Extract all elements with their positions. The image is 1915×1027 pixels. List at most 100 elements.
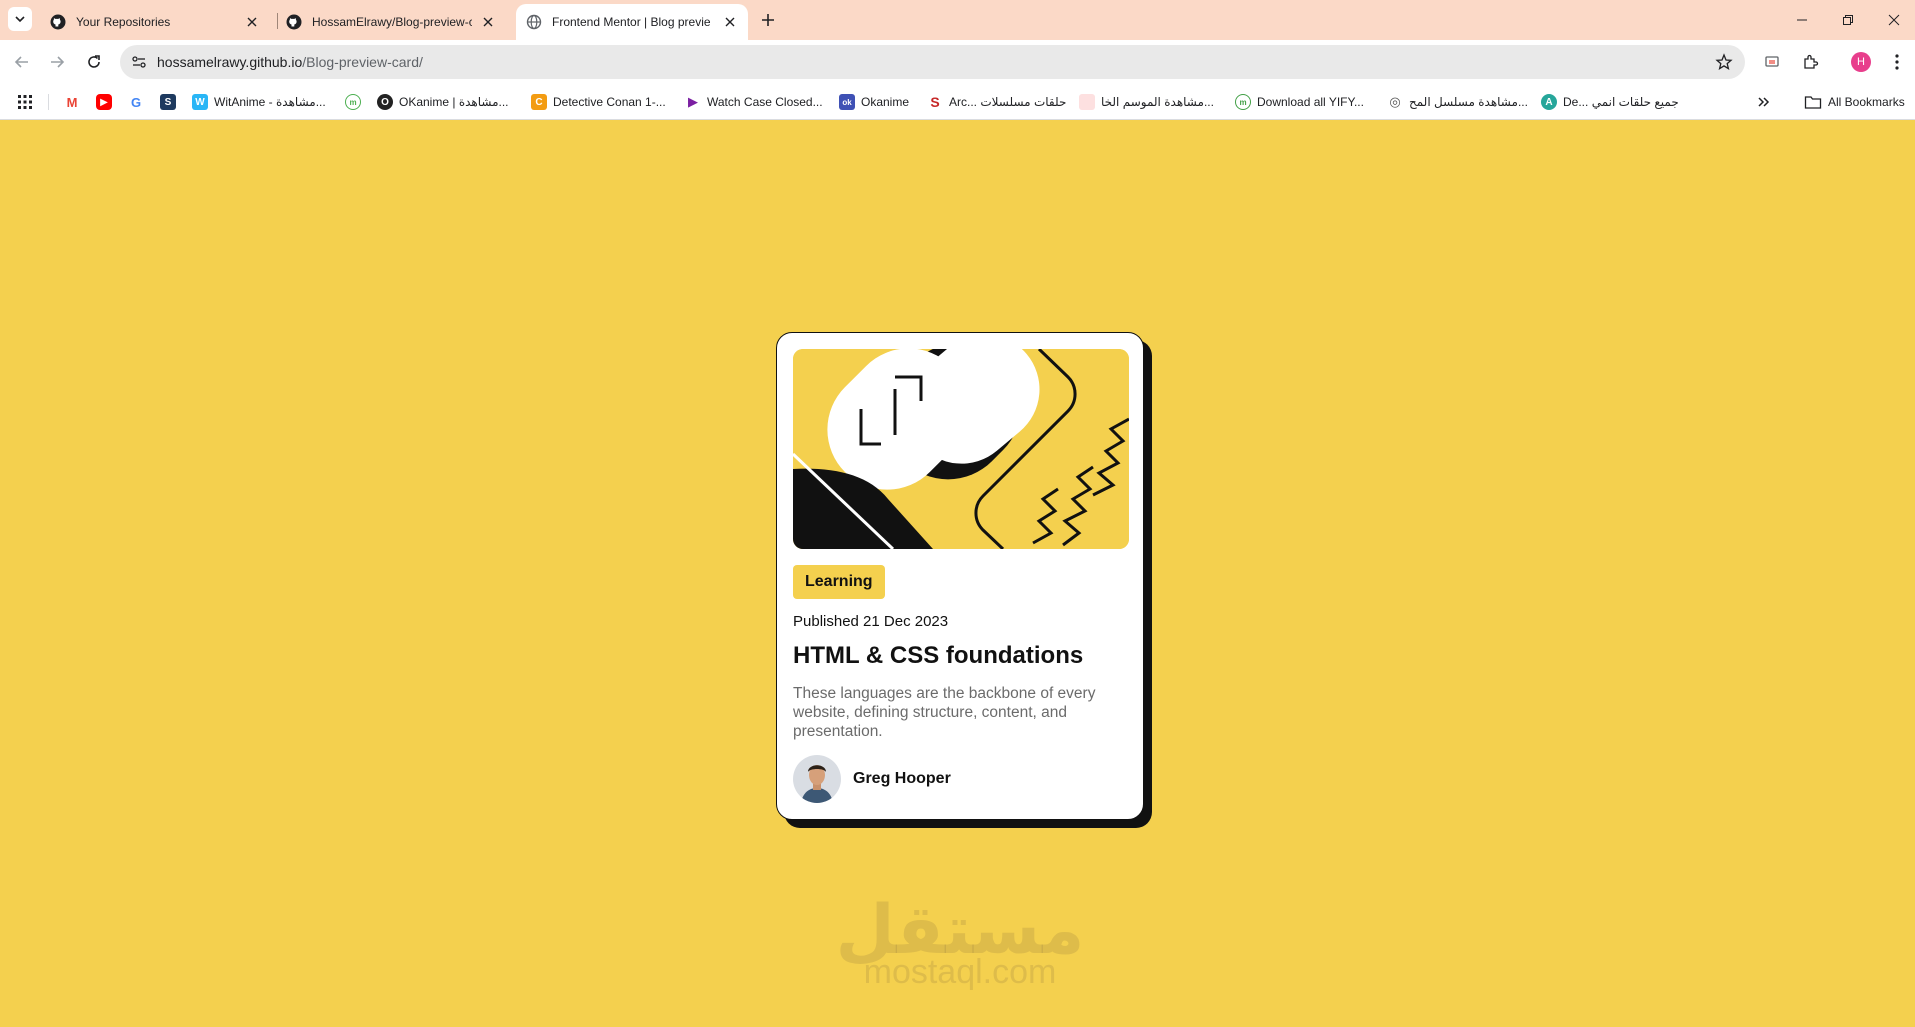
profile-avatar[interactable]: H: [1850, 51, 1872, 73]
bookmark-google[interactable]: G: [128, 92, 144, 112]
bookmark-case-closed[interactable]: ▶ Watch Case Closed...: [685, 92, 823, 112]
github-icon: [286, 14, 302, 30]
close-icon: [1888, 14, 1900, 26]
play-icon: ▶: [688, 94, 698, 109]
plus-icon: [762, 14, 774, 26]
bookmark-yify[interactable]: m Download all YIFY...: [1235, 92, 1364, 112]
globe-icon: [526, 14, 542, 30]
new-tab-button[interactable]: [756, 8, 780, 32]
extensions-icon[interactable]: [1799, 51, 1821, 73]
bookmark-detective-conan[interactable]: C Detective Conan 1-...: [531, 92, 666, 112]
restore-button[interactable]: [1825, 0, 1871, 40]
browser-toolbar: hossamelrawy.github.io/Blog-preview-card…: [0, 40, 1915, 84]
apps-grid-icon: [18, 95, 32, 109]
all-bookmarks-button[interactable]: All Bookmarks: [1804, 92, 1905, 112]
blog-preview-card: Learning Published 21 Dec 2023 HTML & CS…: [776, 332, 1144, 820]
more-bookmarks-button[interactable]: [1757, 92, 1771, 112]
url-domain: hossamelrawy.github.io: [157, 54, 303, 70]
conan-icon: C: [531, 94, 547, 110]
bookmark-witanime[interactable]: W WitAnime - مشاهدة...: [192, 92, 326, 112]
bookmark-season[interactable]: مشاهدة الموسم الخا...: [1079, 92, 1214, 112]
arc-icon: S: [930, 94, 940, 110]
tab-search-button[interactable]: [8, 7, 32, 31]
eye-icon: ◎: [1389, 94, 1401, 109]
yify-icon: m: [1235, 94, 1251, 110]
profile-initial: H: [1851, 52, 1871, 72]
close-tab-icon[interactable]: [722, 14, 738, 30]
close-tab-icon[interactable]: [244, 14, 260, 30]
post-title[interactable]: HTML & CSS foundations: [793, 642, 1127, 670]
arrow-right-icon: [51, 56, 65, 68]
category-tag[interactable]: Learning: [793, 565, 885, 599]
s-icon: S: [160, 94, 176, 110]
close-window-button[interactable]: [1871, 0, 1915, 40]
bookmark-label: مشاهدة الموسم الخا...: [1101, 95, 1214, 109]
bookmark-star-icon[interactable]: [1715, 53, 1733, 71]
bookmark-label: OKanime | مشاهدة...: [399, 95, 509, 109]
arrow-left-icon: [14, 56, 28, 68]
de-icon: A: [1541, 94, 1557, 110]
site-icon: [1079, 94, 1095, 110]
bookmark-label: Detective Conan 1-...: [553, 95, 666, 109]
author-info: Greg Hooper: [793, 755, 1127, 803]
okanime-icon: O: [377, 94, 393, 110]
bookmark-label: Arc... حلقات مسلسلات: [949, 95, 1067, 109]
address-bar[interactable]: hossamelrawy.github.io/Blog-preview-card…: [120, 45, 1745, 79]
bookmark-anime-site[interactable]: m: [345, 92, 361, 112]
url-text: hossamelrawy.github.io/Blog-preview-card…: [157, 54, 423, 70]
bookmark-label: Okanime: [861, 95, 910, 109]
bookmark-label: Watch Case Closed...: [707, 95, 823, 109]
bookmark-okanime-2[interactable]: ok Okanime: [839, 92, 909, 112]
site-info-icon[interactable]: [130, 53, 148, 71]
post-description: These languages are the backbone of ever…: [793, 685, 1096, 740]
tab-title: HossamElrawy/Blog-preview-ca: [312, 15, 472, 29]
bookmark-label: مشاهدة مسلسل المح...: [1409, 95, 1528, 109]
witanime-icon: W: [192, 94, 208, 110]
bookmarks-bar: M ▶ G S W WitAnime - مشاهدة... m O OKanime…: [0, 84, 1915, 120]
restore-icon: [1843, 15, 1853, 25]
mostaql-watermark: مستقل mostaql.com: [800, 895, 1120, 989]
google-icon: G: [128, 94, 144, 110]
bookmark-youtube[interactable]: ▶: [96, 92, 112, 112]
chevron-down-icon: [15, 16, 25, 23]
anime-site-icon: m: [345, 94, 361, 110]
ok-icon: ok: [839, 94, 855, 110]
browser-menu-icon[interactable]: [1886, 51, 1908, 73]
minimize-button[interactable]: [1779, 0, 1825, 40]
youtube-icon: ▶: [96, 94, 112, 110]
blog-illustration: [793, 349, 1129, 549]
bookmark-gmail[interactable]: M: [64, 92, 80, 112]
bookmark-okanime[interactable]: O OKanime | مشاهدة...: [377, 92, 509, 112]
bookmark-anime-episodes[interactable]: A De... جميع حلقات انمي: [1541, 92, 1679, 112]
forward-button[interactable]: [45, 50, 69, 74]
tab-your-repositories[interactable]: Your Repositories: [40, 4, 270, 40]
reload-button[interactable]: [82, 50, 106, 74]
chevron-double-right-icon: [1758, 97, 1770, 107]
bookmark-label: Download all YIFY...: [1257, 95, 1364, 109]
tab-title: Your Repositories: [76, 15, 171, 29]
gmail-icon: M: [64, 94, 80, 110]
bookmark-label: De... جميع حلقات انمي: [1563, 95, 1679, 109]
bookmark-label: WitAnime - مشاهدة...: [214, 95, 326, 109]
reload-icon: [88, 55, 100, 68]
published-date: Published 21 Dec 2023: [793, 613, 949, 630]
author-avatar: [793, 755, 841, 803]
bookmark-s[interactable]: S: [160, 92, 176, 112]
apps-button[interactable]: [17, 92, 33, 112]
folder-icon: [1804, 96, 1822, 109]
bookmark-arc[interactable]: S Arc... حلقات مسلسلات: [927, 92, 1066, 112]
tab-strip: Your Repositories HossamElrawy/Blog-prev…: [0, 0, 1915, 40]
minimize-icon: [1797, 19, 1807, 21]
all-bookmarks-label: All Bookmarks: [1828, 95, 1905, 109]
bookmarks-separator: [48, 94, 49, 110]
tab-frontend-mentor[interactable]: Frontend Mentor | Blog previe: [516, 4, 748, 40]
bookmark-series[interactable]: ◎ مشاهدة مسلسل المح...: [1387, 92, 1528, 112]
github-icon: [50, 14, 66, 30]
cast-icon[interactable]: [1761, 51, 1783, 73]
author-name: Greg Hooper: [853, 770, 951, 787]
tab-title: Frontend Mentor | Blog previe: [552, 15, 711, 29]
close-tab-icon[interactable]: [480, 14, 496, 30]
tab-blog-preview-repo[interactable]: HossamElrawy/Blog-preview-ca: [276, 4, 506, 40]
back-button[interactable]: [10, 50, 34, 74]
url-path: /Blog-preview-card/: [302, 54, 423, 70]
